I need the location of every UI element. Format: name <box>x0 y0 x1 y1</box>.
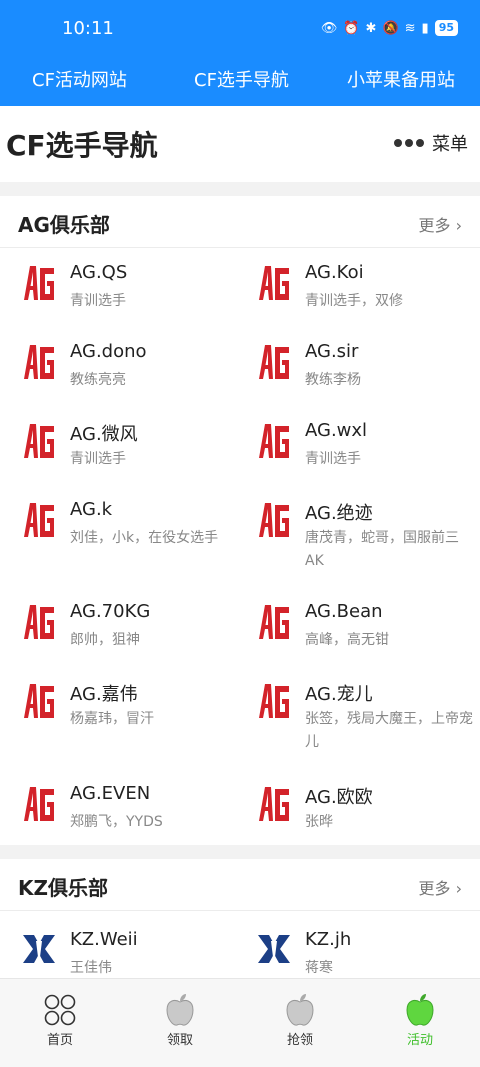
ag-logo-icon <box>259 684 289 718</box>
player-desc: 郎帅，狙神 <box>70 632 140 648</box>
player-name: AG.欧欧 <box>305 787 373 808</box>
alarm-icon: ⏰ <box>343 20 360 36</box>
mute-icon: 🔕 <box>382 20 399 36</box>
kz-logo-icon <box>258 935 290 963</box>
status-bar: 10:11 👁 ⏰ ✱ 🔕 ≋ ▮ 95 <box>0 0 480 58</box>
ag-logo-icon <box>24 503 54 537</box>
grid-icon <box>44 994 76 1026</box>
apple-icon <box>286 994 314 1026</box>
section-header: KZ俱乐部 更多 › <box>0 859 480 911</box>
player-name: AG.QS <box>70 262 128 283</box>
page-header: CF选手导航 菜单 <box>0 106 480 182</box>
ag-logo-icon <box>24 684 54 718</box>
bottom-tab-bar: 首页 领取 抢领 活动 <box>0 978 480 1067</box>
bluetooth-icon: ✱ <box>365 20 377 36</box>
tab-grab[interactable]: 抢领 <box>240 993 360 1048</box>
player-name: AG.EVEN <box>70 783 151 804</box>
player-desc: 高峰，高无钳 <box>305 632 389 648</box>
player-desc: 刘佳，小k，在役女选手 <box>70 530 219 546</box>
tab-label: 抢领 <box>286 1033 313 1048</box>
player-name: AG.绝迹 <box>305 503 373 524</box>
ag-logo-icon <box>24 424 54 458</box>
quick-nav: CF活动网站 CF选手导航 小苹果备用站 <box>0 60 480 98</box>
player-desc: 蒋寒 <box>305 960 333 976</box>
player-name: AG.70KG <box>70 601 151 622</box>
player-name: KZ.Weii <box>70 929 138 950</box>
player-name: KZ.jh <box>305 929 352 950</box>
tab-activity[interactable]: 活动 <box>360 993 480 1048</box>
kz-logo-icon <box>23 935 55 963</box>
ag-logo-icon <box>24 787 54 821</box>
player-desc: 张晔 <box>305 814 333 830</box>
divider <box>0 182 480 196</box>
player-name: AG.wxl <box>305 420 368 441</box>
wifi-icon: ≋ <box>404 20 416 36</box>
top-bar: 10:11 👁 ⏰ ✱ 🔕 ≋ ▮ 95 CF活动网站 CF选手导航 小苹果备用… <box>0 0 480 106</box>
ag-logo-icon <box>24 266 54 300</box>
player-desc: 青训选手，双修 <box>305 293 403 309</box>
section-kz-club: KZ俱乐部 更多 › KZ.Weii 王佳伟 KZ.jh 蒋寒 <box>0 859 480 978</box>
player-desc: 教练亮亮 <box>70 372 126 388</box>
tab-claim[interactable]: 领取 <box>120 993 240 1048</box>
status-icons: 👁 ⏰ ✱ 🔕 ≋ ▮ 95 <box>321 20 458 36</box>
player-name: AG.k <box>70 499 113 520</box>
eye-icon: 👁 <box>320 20 338 36</box>
quick-nav-player-nav[interactable]: CF选手导航 <box>194 66 289 92</box>
more-link[interactable]: 更多 › <box>419 875 463 899</box>
player-name: AG.Koi <box>305 262 364 283</box>
player-desc: 青训选手 <box>305 451 361 467</box>
ag-logo-icon <box>24 345 54 379</box>
ag-logo-icon <box>259 787 289 821</box>
section-title: KZ俱乐部 <box>18 876 108 900</box>
tab-label: 领取 <box>166 1033 193 1048</box>
player-name: AG.嘉伟 <box>70 684 138 705</box>
player-desc: 唐茂青，蛇哥，国服前三AK <box>305 530 459 569</box>
ag-logo-icon <box>259 503 289 537</box>
ag-logo-icon <box>24 605 54 639</box>
page-title: CF选手导航 <box>6 129 158 162</box>
ag-logo-icon <box>259 345 289 379</box>
ag-logo-icon <box>259 424 289 458</box>
tab-label: 首页 <box>46 1033 73 1048</box>
ag-logo-icon <box>259 605 289 639</box>
divider <box>0 845 480 859</box>
player-desc: 青训选手 <box>70 451 126 467</box>
tab-label: 活动 <box>406 1033 433 1048</box>
player-name: AG.sir <box>305 341 359 362</box>
more-link[interactable]: 更多 › <box>419 212 463 236</box>
ag-logo-icon <box>259 266 289 300</box>
player-name: AG.宠儿 <box>305 684 373 705</box>
player-desc: 青训选手 <box>70 293 126 309</box>
player-desc: 教练李杨 <box>305 372 361 388</box>
menu-label: 菜单 <box>432 134 468 155</box>
player-desc: 张签，残局大魔王，上帝宠儿 <box>305 711 473 750</box>
menu-button[interactable]: 菜单 <box>394 130 468 156</box>
player-name: AG.dono <box>70 341 147 362</box>
player-desc: 杨嘉玮，冒汗 <box>70 711 154 727</box>
section-header: AG俱乐部 更多 › <box>0 196 480 248</box>
player-desc: 王佳伟 <box>70 960 112 976</box>
more-dots-icon <box>394 139 424 147</box>
status-time: 10:11 <box>62 18 114 39</box>
section-title: AG俱乐部 <box>18 213 110 237</box>
battery-icon: 95 <box>434 20 458 36</box>
quick-nav-backup-site[interactable]: 小苹果备用站 <box>347 66 455 92</box>
player-name: AG.微风 <box>70 424 138 445</box>
tab-home[interactable]: 首页 <box>0 993 120 1048</box>
section-ag-club: AG俱乐部 更多 › AG.QS 青训选手 AG.Koi 青训选手，双修 AG.dono… <box>0 196 480 845</box>
apple-icon <box>166 994 194 1026</box>
player-name: AG.Bean <box>305 601 383 622</box>
signal-icon: ▮ <box>421 20 429 36</box>
apple-icon <box>406 994 434 1026</box>
quick-nav-activity-site[interactable]: CF活动网站 <box>32 66 127 92</box>
player-desc: 郑鹏飞，YYDS <box>70 814 163 830</box>
